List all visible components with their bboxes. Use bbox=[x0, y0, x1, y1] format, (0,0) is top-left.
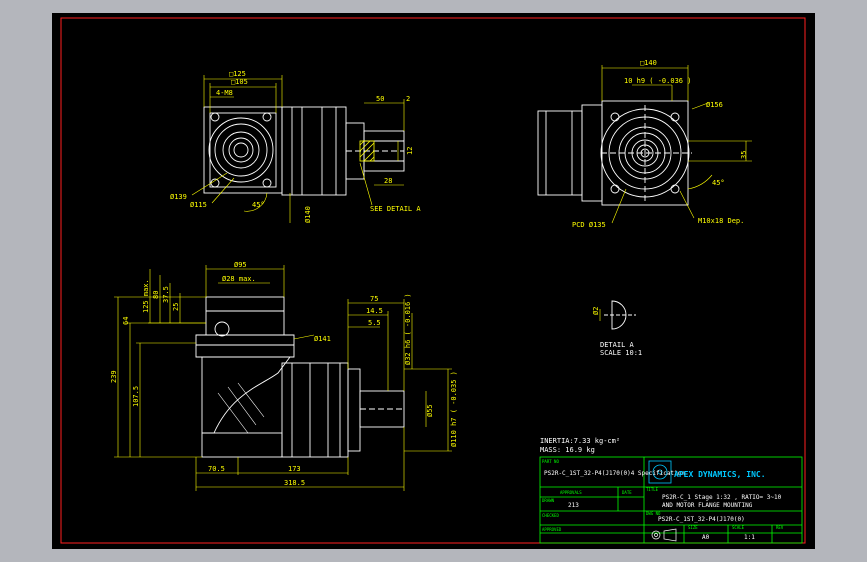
dim-dia139: Ø139 bbox=[170, 193, 187, 201]
dim-holes: 4-M8 bbox=[216, 89, 233, 97]
checked-label: CHECKED bbox=[542, 513, 559, 518]
mass-text: MASS: 16.9 kg bbox=[540, 446, 595, 454]
dim-w28: 28 bbox=[384, 177, 392, 185]
dim-tapped: M10x18 Dep. bbox=[698, 217, 744, 225]
dim-tol: 10 h9 ( -0.036 ) bbox=[624, 77, 691, 85]
detail-a bbox=[604, 300, 636, 330]
detail-dim: Ø2 bbox=[592, 307, 600, 315]
dim-v37: 37.5 bbox=[162, 286, 170, 303]
dim-v64: 64 bbox=[122, 317, 130, 325]
right-view-dims bbox=[601, 65, 752, 224]
dim-tol110: Ø110 h7 ( -0.035 ) bbox=[450, 371, 458, 447]
part-no-label: PART NO bbox=[542, 459, 559, 464]
inertia-text: INERTIA:7.33 kg-cm² bbox=[540, 437, 620, 445]
dim-v25: 25 bbox=[172, 303, 180, 311]
approved-label: APPROVED bbox=[542, 527, 562, 532]
projection-symbol-icon bbox=[651, 528, 677, 542]
dim-sq125: □125 bbox=[229, 70, 246, 78]
dwg-no: PS2R-C_1ST_32-P4(J170(0) bbox=[658, 516, 745, 523]
cad-viewport: □125 □105 4-M8 Ø139 Ø115 45° Ø140 50 2 1… bbox=[0, 0, 867, 562]
company-name: APEX DYNAMICS, INC. bbox=[674, 470, 766, 479]
dim-v239: 239 bbox=[110, 370, 118, 383]
dim-d28: Ø28 max. bbox=[222, 275, 256, 283]
dim-b173: 173 bbox=[288, 465, 301, 473]
dim-v80: 80 bbox=[152, 291, 160, 299]
dim-b705: 70.5 bbox=[208, 465, 225, 473]
title-line2: AND MOTOR FLANGE MOUNTING bbox=[662, 502, 753, 509]
see-detail: SEE DETAIL A bbox=[370, 205, 421, 213]
detail-a-labels: Ø2 DETAIL A SCALE 10:1 bbox=[592, 307, 642, 357]
front-view-labels: □125 □105 4-M8 Ø139 Ø115 45° Ø140 50 2 1… bbox=[170, 70, 421, 223]
scale-value: 1:1 bbox=[744, 534, 755, 541]
drawing-canvas: □125 □105 4-M8 Ø139 Ø115 45° Ø140 50 2 1… bbox=[60, 17, 806, 544]
rev-label: REV bbox=[776, 525, 784, 530]
drawing-sheet: □125 □105 4-M8 Ø139 Ø115 45° Ø140 50 2 1… bbox=[52, 13, 815, 549]
dim-pcd: PCD Ø135 bbox=[572, 221, 606, 229]
dim-v1075: 107.5 bbox=[132, 386, 140, 407]
date-label: DATE bbox=[622, 490, 632, 495]
dim-w75: 75 bbox=[370, 295, 378, 303]
part-no: PS2R-C_1ST_32-P4(J170(0)4 Specification bbox=[544, 470, 685, 477]
dim-angle: 45° bbox=[252, 201, 265, 209]
dim-b3185: 318.5 bbox=[284, 479, 305, 487]
dim-w2: 2 bbox=[406, 95, 410, 103]
approvals-label: APPROVALS bbox=[560, 490, 582, 495]
drawn-value: 213 bbox=[568, 502, 579, 509]
dim-h35: 35 bbox=[740, 151, 748, 159]
type-label: TITLE bbox=[646, 487, 659, 492]
dim-d95: Ø95 bbox=[234, 261, 247, 269]
dim-dia140: Ø140 bbox=[304, 206, 312, 223]
dim-h12: 12 bbox=[406, 147, 414, 155]
dim-sq105: □105 bbox=[231, 78, 248, 86]
detail-scale: SCALE 10:1 bbox=[600, 349, 642, 357]
dim-tol32: Ø32 h6 ( -0.016 ) bbox=[404, 293, 412, 365]
drawn-label: DRAWN bbox=[542, 498, 555, 503]
size-label: SIZE bbox=[688, 525, 698, 530]
dim-w50: 50 bbox=[376, 95, 384, 103]
sheet-border bbox=[60, 17, 806, 544]
scale-label: SCALE bbox=[732, 525, 745, 530]
dim-d55: Ø55 bbox=[426, 404, 434, 417]
right-view bbox=[537, 100, 692, 206]
size-value: A0 bbox=[702, 534, 710, 541]
dim-dia156: Ø156 bbox=[706, 101, 723, 109]
side-view-hatch bbox=[217, 382, 265, 434]
detail-label: DETAIL A bbox=[600, 341, 635, 349]
dim-sq140: □140 bbox=[640, 59, 657, 67]
front-view-dims bbox=[191, 75, 405, 223]
dim-w55: 5.5 bbox=[368, 319, 381, 327]
dim-angle-right: 45° bbox=[712, 179, 725, 187]
dim-v125: 125 max. bbox=[142, 279, 150, 313]
title-line1: PS2R-C_1 Stage 1:32 , RATIO= 3~10 bbox=[662, 494, 782, 501]
right-view-labels: □140 10 h9 ( -0.036 ) Ø156 35 45° PCD Ø1… bbox=[572, 59, 748, 229]
dim-d141: Ø141 bbox=[314, 335, 331, 343]
dim-dia115: Ø115 bbox=[190, 201, 207, 209]
dim-w145: 14.5 bbox=[366, 307, 383, 315]
